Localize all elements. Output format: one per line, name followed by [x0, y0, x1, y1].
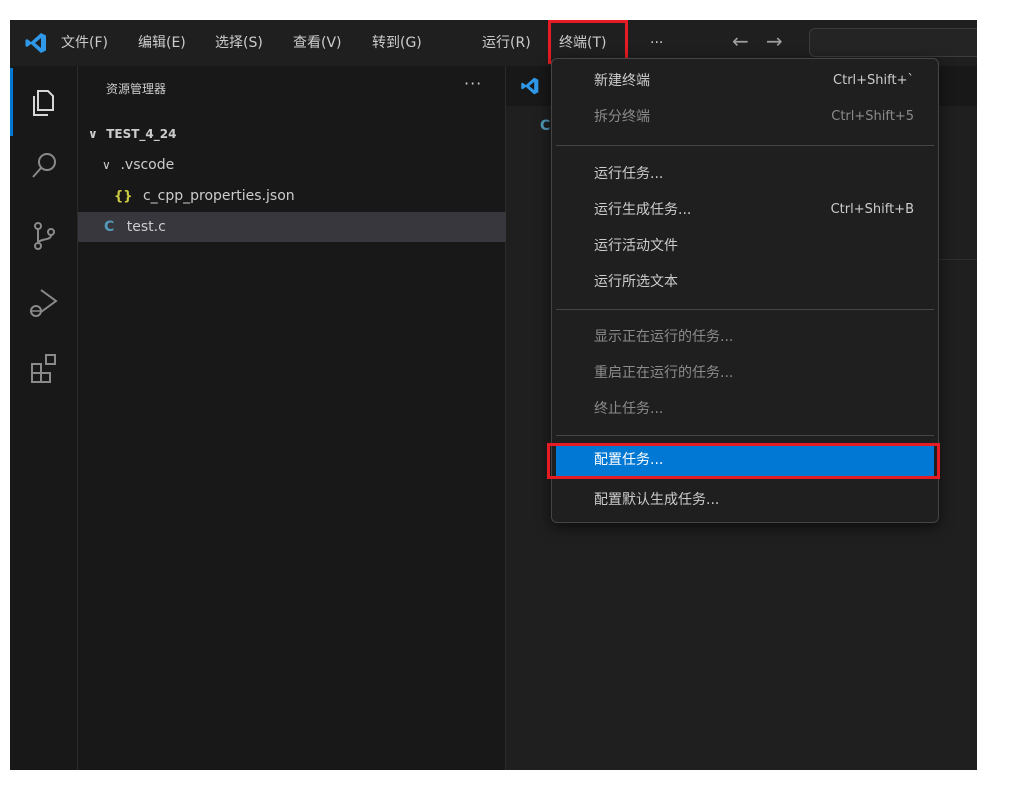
menu-go[interactable]: 转到(G): [372, 20, 422, 66]
json-file-icon: {}: [114, 189, 133, 204]
chevron-down-icon: ∨: [88, 127, 98, 141]
menu-item-label: 显示正在运行的任务...: [594, 329, 734, 345]
run-debug-icon[interactable]: [24, 282, 64, 322]
menu-item-shortcut: Ctrl+Shift+B: [830, 202, 914, 217]
folder-vscode[interactable]: ∨ .vscode: [78, 150, 529, 180]
menu-item-restart-running-task[interactable]: 重启正在运行的任务...: [556, 355, 934, 391]
workspace-folder[interactable]: ∨ TEST_4_24: [78, 119, 515, 149]
menu-item-label: 终止任务...: [594, 401, 664, 417]
search-icon[interactable]: [24, 146, 64, 186]
file-label: c_cpp_properties.json: [142, 188, 295, 204]
menu-file[interactable]: 文件(F): [61, 20, 108, 66]
menu-item-label: 配置默认生成任务...: [594, 492, 720, 508]
file-label: test.c: [126, 219, 166, 235]
menu-separator: [556, 435, 934, 436]
explorer-title: 资源管理器: [106, 82, 167, 96]
active-view-indicator: [10, 68, 13, 136]
menu-item-new-terminal[interactable]: 新建终端 Ctrl+Shift+`: [556, 63, 934, 99]
file-test-c[interactable]: C test.c: [78, 212, 531, 242]
vscode-logo-icon: [25, 33, 46, 53]
menu-item-label: 运行生成任务...: [594, 202, 692, 218]
source-control-icon[interactable]: [24, 216, 64, 256]
terminal-menu-dropdown: 新建终端 Ctrl+Shift+` 拆分终端 Ctrl+Shift+5 运行任务…: [547, 58, 940, 523]
menu-item-label: 新建终端: [594, 73, 650, 89]
menu-run[interactable]: 运行(R): [482, 20, 531, 66]
vscode-logo-icon: [521, 77, 539, 95]
c-file-icon: C: [104, 219, 115, 235]
vscode-window: 文件(F) 编辑(E) 选择(S) 查看(V) 转到(G) 运行(R) 终端(T…: [10, 20, 977, 770]
menu-item-label: 重启正在运行的任务...: [594, 365, 734, 381]
file-c-cpp-properties[interactable]: {} c_cpp_properties.json: [78, 181, 541, 211]
configure-tasks-highlight-box: [547, 443, 940, 479]
menu-selection[interactable]: 选择(S): [215, 20, 263, 66]
menu-separator: [556, 145, 934, 146]
menu-item-shortcut: Ctrl+Shift+5: [831, 109, 914, 124]
menu-item-configure-default-build-task[interactable]: 配置默认生成任务...: [556, 482, 934, 518]
menu-item-run-build-task[interactable]: 运行生成任务... Ctrl+Shift+B: [556, 192, 934, 228]
editor-divider: [935, 259, 977, 260]
menu-separator: [556, 309, 934, 310]
back-arrow-icon[interactable]: ←: [732, 29, 749, 53]
folder-label: TEST_4_24: [106, 127, 177, 141]
menu-item-split-terminal[interactable]: 拆分终端 Ctrl+Shift+5: [556, 99, 934, 135]
explorer-icon[interactable]: [24, 82, 64, 122]
explorer-sidebar: 资源管理器 ··· ∨ TEST_4_24 ∨ .vscode {} c_cpp…: [78, 66, 531, 770]
menu-item-label: 运行所选文本: [594, 274, 678, 290]
extensions-icon[interactable]: [24, 348, 64, 388]
menu-item-label: 运行任务...: [594, 166, 664, 182]
menu-edit[interactable]: 编辑(E): [138, 20, 186, 66]
activity-bar: [10, 66, 78, 770]
menu-item-label: 运行活动文件: [594, 238, 678, 254]
explorer-more-actions[interactable]: ···: [464, 74, 482, 93]
menu-item-show-running-tasks[interactable]: 显示正在运行的任务...: [556, 319, 934, 355]
menu-view[interactable]: 查看(V): [293, 20, 342, 66]
c-file-icon: C: [540, 118, 551, 134]
menu-item-label: 拆分终端: [594, 109, 650, 125]
menu-item-shortcut: Ctrl+Shift+`: [833, 73, 914, 88]
folder-label: .vscode: [120, 157, 175, 173]
command-center-search[interactable]: [809, 28, 977, 57]
menu-item-run-active-file[interactable]: 运行活动文件: [556, 228, 934, 264]
menu-item-terminate-task[interactable]: 终止任务...: [556, 391, 934, 427]
menu-item-run-selected-text[interactable]: 运行所选文本: [556, 264, 934, 300]
menu-item-run-task[interactable]: 运行任务...: [556, 156, 934, 192]
chevron-down-icon: ∨: [102, 158, 111, 172]
forward-arrow-icon[interactable]: →: [766, 29, 783, 53]
